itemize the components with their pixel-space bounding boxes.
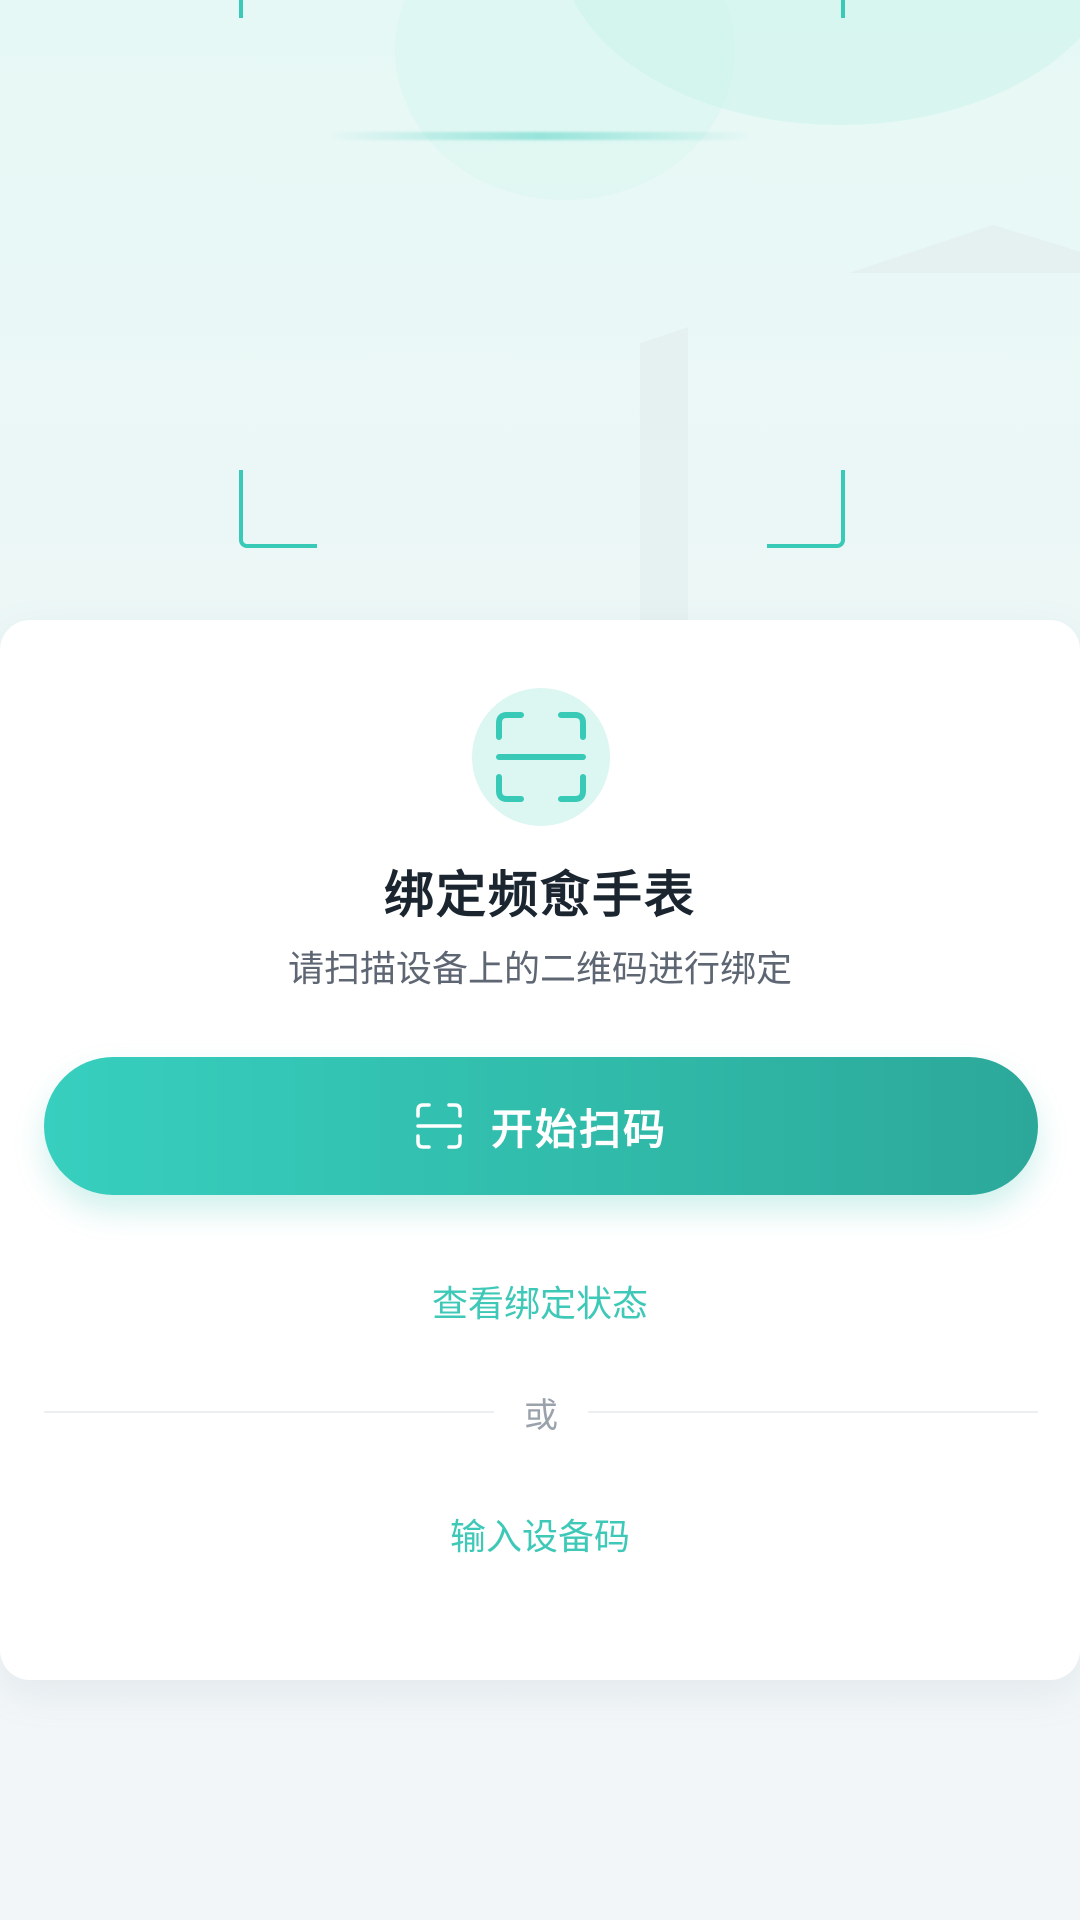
page-title: 绑定频愈手表 <box>384 866 696 924</box>
view-binding-status-link[interactable]: 查看绑定状态 <box>0 1275 1080 1327</box>
qr-scan-icon-badge <box>472 688 610 826</box>
scan-frame-corner-bottom-left <box>239 470 317 548</box>
or-divider: 或 <box>44 1390 1038 1436</box>
page-subtitle: 请扫描设备上的二维码进行绑定 <box>287 949 792 990</box>
scan-frame-corner-bottom-right <box>767 470 845 548</box>
start-scan-button[interactable]: 开始扫码 <box>44 1057 1038 1195</box>
qr-scan-icon <box>496 712 586 802</box>
background-blob-secondary <box>395 0 735 200</box>
bind-device-card: 绑定频愈手表 请扫描设备上的二维码进行绑定 开始扫码 查看绑定状态 或 输入设备… <box>0 620 1080 1680</box>
start-scan-label: 开始扫码 <box>490 1104 667 1154</box>
divider-line-right <box>588 1411 1038 1413</box>
background-blob <box>560 0 1080 125</box>
scan-frame-corner-top-right <box>767 0 845 18</box>
divider-text: 或 <box>524 1395 558 1436</box>
scan-icon <box>416 1103 462 1149</box>
enter-device-code-link[interactable]: 输入设备码 <box>0 1508 1080 1560</box>
scan-line <box>330 132 750 140</box>
scan-frame-corner-top-left <box>239 0 317 18</box>
divider-line-left <box>44 1411 494 1413</box>
